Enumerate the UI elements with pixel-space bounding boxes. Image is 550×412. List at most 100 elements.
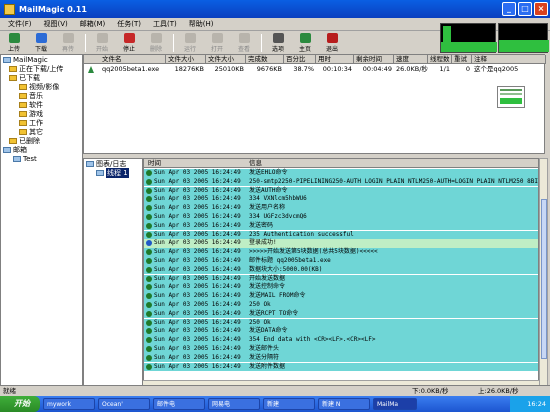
taskbar-item[interactable]: 新建 N [318,398,370,410]
menu-mailbox[interactable]: 邮箱(M) [74,19,112,29]
log-message: 发送EHLO命令 [249,169,288,176]
check-icon [146,310,152,317]
taskbar-item[interactable]: mywork [43,398,95,410]
options-button[interactable]: 选项 [266,33,290,53]
stop-button[interactable]: 停止 [117,33,141,53]
retransmit-button[interactable]: 再传 [56,33,80,53]
log-row[interactable]: Sun Apr 03 2005 16:24:49 250 Ok [144,301,538,310]
taskbar-item[interactable]: Ocean' [98,398,150,410]
log-message: 250 Ok [249,318,271,326]
log-tree-thread[interactable]: 线程 1 [84,167,142,178]
log-row[interactable]: Sun Apr 03 2005 16:24:49 发送附件数据 [144,362,538,372]
view-button[interactable]: 查看 [232,33,256,53]
tree-item-other[interactable]: 其它 [1,127,82,136]
tree-item-transferring[interactable]: 正在下载/上传 [1,64,82,73]
log-row[interactable]: Sun Apr 03 2005 16:24:49 发送DATA命令 [144,327,538,336]
log-time: Sun Apr 03 2005 16:24:49 [154,309,241,317]
log-time: Sun Apr 03 2005 16:24:49 [154,239,241,247]
taskbar-item[interactable]: 新建 [263,398,315,410]
menu-view[interactable]: 视图(V) [38,19,74,29]
check-icon [146,258,152,264]
menu-task[interactable]: 任务(T) [111,19,147,29]
check-icon [146,337,152,344]
menu-help[interactable]: 帮助(H) [183,19,220,29]
log-row[interactable]: Sun Apr 03 2005 16:24:49 250-smtp2250-PIP… [144,177,539,187]
delete-button[interactable]: 删除 [144,33,168,53]
menu-tools[interactable]: 工具(T) [147,19,183,29]
taskbar-item[interactable]: 邮件电 [153,398,205,410]
log-row[interactable]: Sun Apr 03 2005 16:24:49 发送用户名称 [144,204,538,213]
taskbar: 开始 mywork Ocean' 邮件电 网易电 新建 新建 N MailMa … [0,396,550,412]
column-header[interactable]: 完成数 [246,55,284,64]
column-header[interactable]: 速度 [394,55,428,64]
log-row[interactable]: Sun Apr 03 2005 16:24:49 数据块大小:5000.00(KB… [144,265,538,275]
check-icon [146,302,152,308]
check-icon [146,187,152,194]
log-message: 发送RCPT TO命令 [249,309,299,317]
log-row[interactable]: Sun Apr 03 2005 16:24:49 >>>>>开始发送第5块数据(总… [144,248,538,257]
exit-button[interactable]: 退出 [320,33,344,53]
download-label: 下载 [34,46,47,53]
log-message: 发送AUTH命令 [249,186,288,194]
log-row[interactable]: Sun Apr 03 2005 16:24:49 发送邮件头 [144,345,538,354]
log-row[interactable]: Sun Apr 03 2005 16:24:49 发送MAIL FROM命令 [144,292,538,301]
column-header[interactable]: 文件名 [84,55,166,64]
scroll-thumb[interactable] [541,199,547,359]
log-row[interactable]: Sun Apr 03 2005 16:24:49 334 VXNlcm5hbWU6 [144,195,538,204]
upload-button[interactable]: 上传 [2,33,26,53]
log-row[interactable]: Sun Apr 03 2005 16:24:49 334 UGFzc3dvcmQ6 [144,213,538,222]
log-vertical-scrollbar[interactable] [539,158,548,389]
delete-label: 删除 [149,46,162,53]
log-row[interactable]: Sun Apr 03 2005 16:24:49 邮件标题 qq2005beta1… [144,257,538,266]
column-header[interactable]: 线程数 [428,55,452,64]
log-message: 334 VXNlcm5hbWU6 [249,195,307,203]
log-row[interactable]: Sun Apr 03 2005 16:24:49 发送EHLO命令 [144,169,538,178]
column-header[interactable]: 注释 [472,55,546,64]
upload-graph-fill [499,40,549,52]
start-button[interactable]: 开始 [0,396,40,412]
folder-icon [19,101,27,108]
column-header[interactable]: 用时 [316,55,354,64]
cell-done: 9676KB [256,65,282,73]
log-row[interactable]: Sun Apr 03 2005 16:24:49 发送密码 [144,221,538,231]
column-header[interactable]: 重试 [452,55,472,64]
column-header-time[interactable]: 时间 [148,159,161,168]
taskbar-item[interactable]: MailMa [373,398,417,410]
log-message: 250-smtp2250-PIPELINING250-AUTH LOGIN PL… [249,177,539,185]
log-message: 邮件标题 qq2005beta1.exe [249,257,331,264]
log-row[interactable]: Sun Apr 03 2005 16:24:49 发送AUTH命令 [144,186,538,196]
log-row[interactable]: Sun Apr 03 2005 16:24:49 发送控制命令 [144,283,538,292]
log-row[interactable]: Sun Apr 03 2005 16:24:49 发送分隔符 [144,353,538,363]
window-title: MailMagic 0.11 [19,4,87,14]
log-row[interactable]: Sun Apr 03 2005 16:24:49 登录成功! [144,239,538,248]
log-message: 发送控制命令 [249,283,286,291]
homepage-button[interactable]: 主页 [293,33,317,53]
close-button[interactable]: × [534,2,548,16]
minimize-button[interactable]: _ [502,2,516,16]
run-button[interactable]: 运行 [178,33,202,53]
log-row[interactable]: Sun Apr 03 2005 16:24:49 235 Authenticati… [144,230,538,240]
menu-file[interactable]: 文件(F) [2,19,38,29]
check-icon [146,178,152,185]
run-icon [184,33,196,43]
tree-item-test[interactable]: Test [1,154,82,163]
check-icon [146,249,152,256]
column-header[interactable]: 文件大小 [206,55,246,64]
log-row[interactable]: Sun Apr 03 2005 16:24:49 250 Ok [144,318,538,328]
column-header-info[interactable]: 信息 [249,159,262,168]
column-header[interactable]: 剩余时间 [354,55,394,64]
download-button[interactable]: 下载 [29,33,53,53]
column-header[interactable]: 百分比 [284,55,316,64]
log-row[interactable]: Sun Apr 03 2005 16:24:49 354 End data wit… [144,336,538,345]
upload-icon [8,33,20,43]
log-row[interactable]: Sun Apr 03 2005 16:24:49 发送RCPT TO命令 [144,309,538,319]
taskbar-item[interactable]: 网易电 [208,398,260,410]
tree-item-mailbox[interactable]: 邮箱 [1,145,82,154]
thread-label: 线程 1 [106,167,129,178]
log-row[interactable]: Sun Apr 03 2005 16:24:49 开始发送数据 [144,274,538,284]
log-time: Sun Apr 03 2005 16:24:49 [154,213,241,220]
maximize-button[interactable]: □ [518,2,532,16]
start-button[interactable]: 开始 [90,33,114,53]
column-header[interactable]: 文件大小 [166,55,206,64]
open-button[interactable]: 打开 [205,33,229,53]
